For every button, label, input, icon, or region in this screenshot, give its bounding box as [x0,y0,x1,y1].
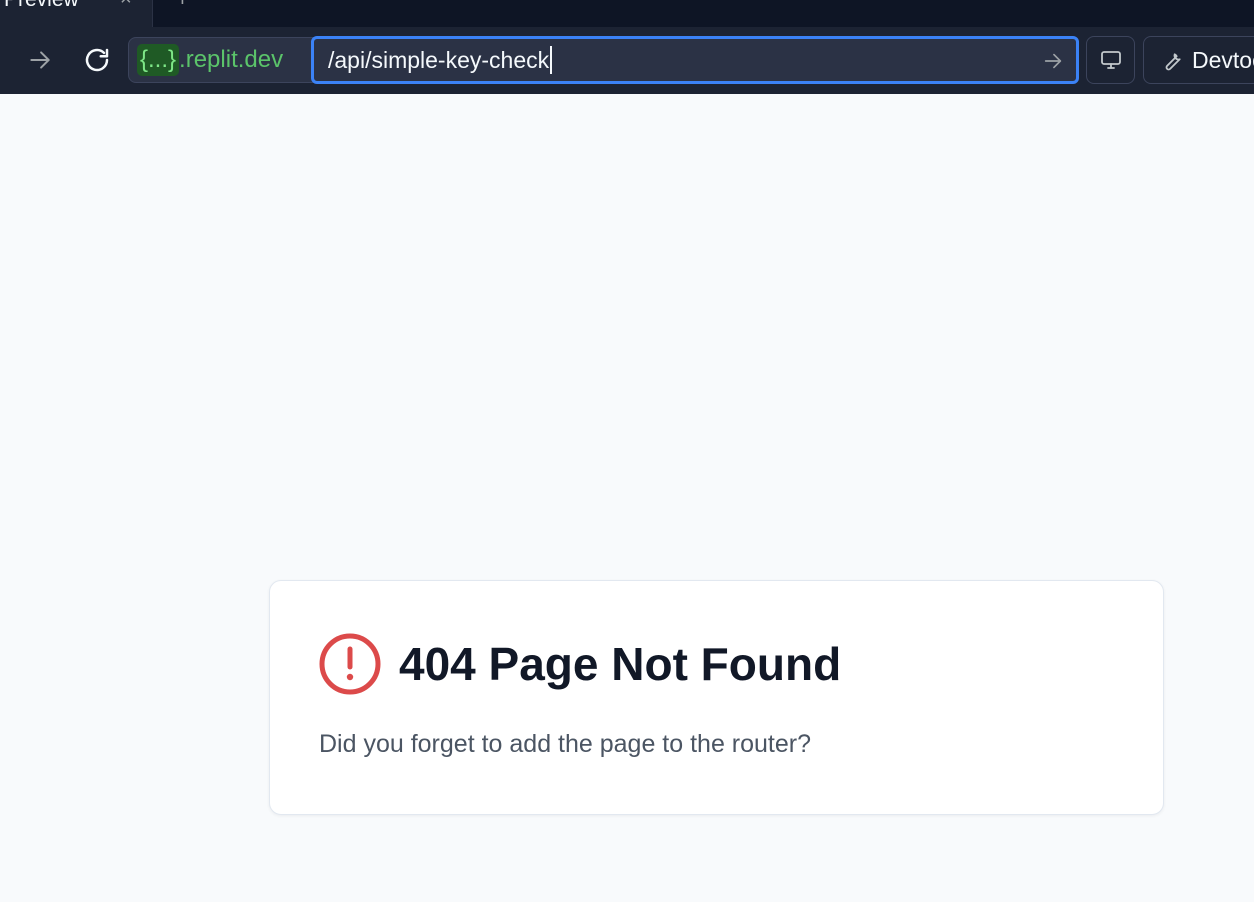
tab-title: Preview [4,0,79,12]
devtools-button[interactable]: Devtools [1143,36,1254,84]
reload-icon [85,48,109,72]
tab-preview[interactable]: Preview × [0,0,153,27]
reload-button[interactable] [77,40,117,80]
wrench-icon [1165,53,1181,71]
error-message: Did you forget to add the page to the ro… [319,730,812,758]
monitor-icon [1100,51,1121,69]
domain-prefix: {...} [137,44,180,76]
address-bar: {...} .replit.dev /api/simple-key-check [128,36,1079,84]
tab-strip: Preview × + [0,0,1254,27]
domain-suffix: .replit.dev [179,46,284,73]
alert-circle-icon [319,633,381,695]
arrow-right-icon[interactable] [1042,50,1064,72]
devtools-label: Devtools [1192,46,1254,73]
error-card: 404 Page Not Found Did you forget to add… [269,580,1164,815]
domain-label[interactable]: {...} .replit.dev [137,38,283,82]
error-title: 404 Page Not Found [399,638,842,690]
text-caret [550,46,553,74]
forward-button[interactable] [20,40,60,80]
url-path-input[interactable]: /api/simple-key-check [311,36,1079,84]
tab-close-icon[interactable]: × [120,0,132,11]
browser-chrome: Preview × + {...}.replit.dev /api/simple… [0,0,1254,94]
url-path-text: /api/simple-key-check [328,46,550,73]
arrow-right-icon [30,51,50,69]
new-tab-icon[interactable]: + [176,0,189,12]
device-preview-button[interactable] [1086,36,1135,84]
